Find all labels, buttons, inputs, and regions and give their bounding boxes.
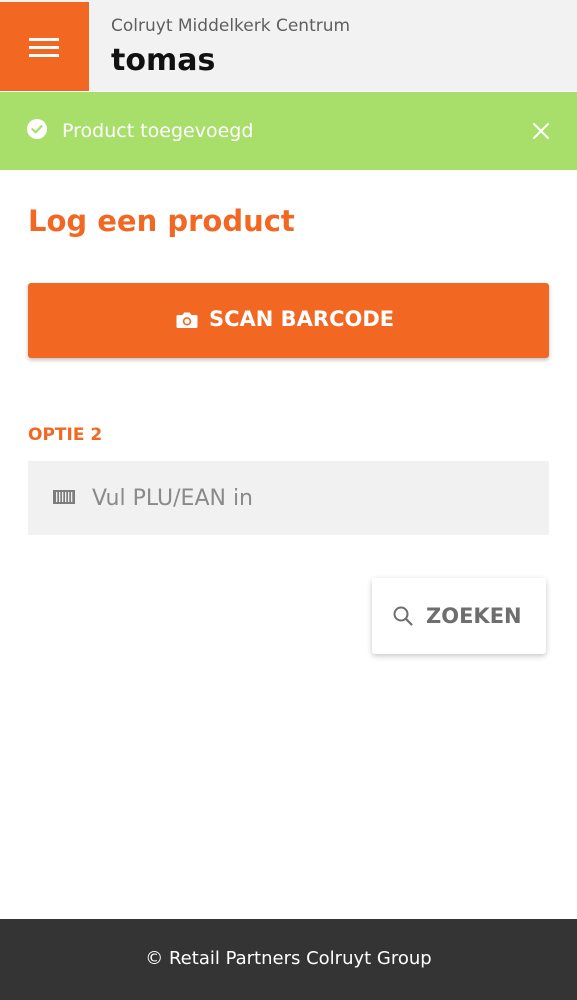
copyright-text: © Retail Partners Colruyt Group — [145, 948, 432, 969]
menu-button[interactable] — [0, 2, 89, 91]
close-icon[interactable] — [530, 120, 552, 142]
store-name: Colruyt Middelkerk Centrum — [111, 16, 351, 36]
page-title: Log een product — [28, 204, 295, 238]
banner-message: Product toegevoegd — [62, 120, 254, 142]
hamburger-menu-icon — [29, 38, 59, 58]
app-footer: © Retail Partners Colruyt Group — [0, 919, 577, 1000]
search-button[interactable]: ZOEKEN — [372, 578, 546, 654]
plu-ean-input[interactable] — [92, 461, 532, 535]
code-input-container — [28, 461, 549, 535]
barcode-icon — [53, 490, 75, 504]
check-circle-icon — [27, 119, 47, 139]
success-banner: Product toegevoegd — [0, 92, 577, 170]
option-label: OPTIE 2 — [28, 425, 103, 445]
scan-barcode-button[interactable]: SCAN BARCODE — [28, 283, 549, 358]
search-icon — [393, 606, 413, 626]
camera-icon — [176, 312, 198, 328]
search-button-label: ZOEKEN — [426, 604, 522, 628]
scan-barcode-label: SCAN BARCODE — [209, 307, 395, 331]
user-name: tomas — [111, 43, 216, 78]
app-header: Colruyt Middelkerk Centrum tomas — [0, 0, 577, 91]
